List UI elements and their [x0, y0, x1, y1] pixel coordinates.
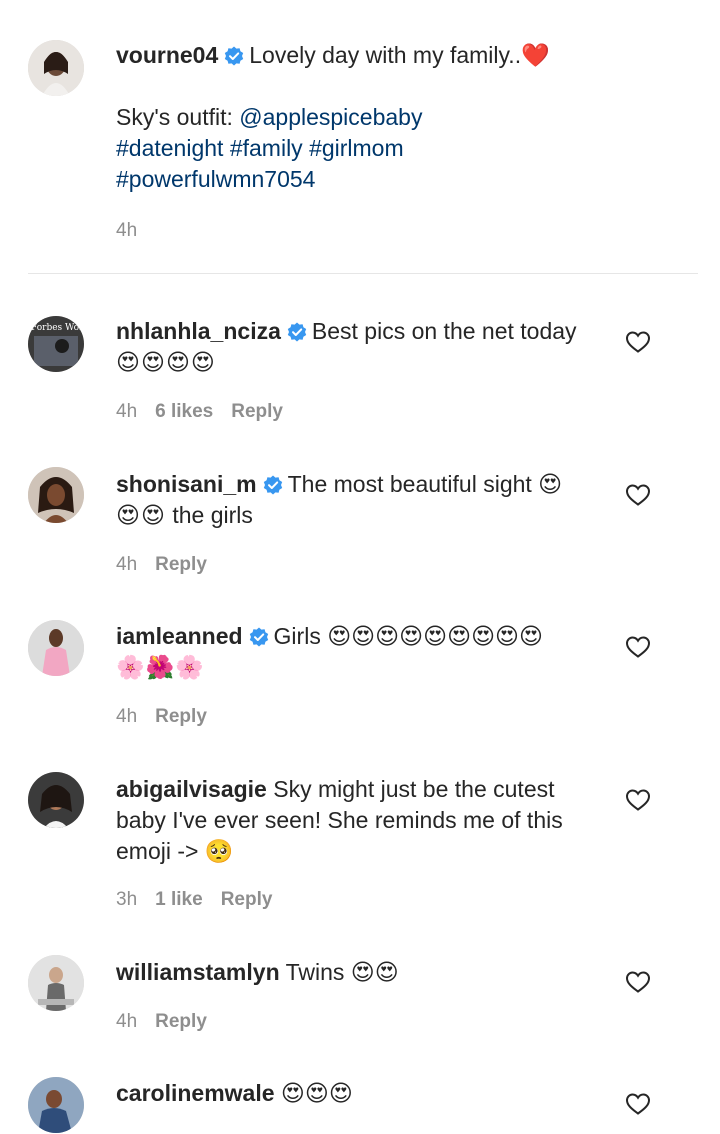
outfit-label: Sky's outfit:	[116, 104, 240, 130]
likes-count[interactable]: 6 likes	[155, 401, 213, 422]
mention-link[interactable]: @applespicebaby	[239, 104, 422, 130]
avatar[interactable]	[28, 467, 84, 523]
hashtag[interactable]: #powerfulwmn7054	[116, 164, 606, 195]
username[interactable]: iamleanned	[116, 623, 243, 649]
reply-button[interactable]: Reply	[231, 401, 283, 422]
avatar-brand-text: Forbes Woman	[31, 323, 84, 333]
timestamp: 4h	[116, 401, 138, 422]
username[interactable]: nhlanhla_nciza	[116, 318, 281, 344]
username[interactable]: shonisani_m	[116, 471, 257, 497]
emoji-line: 😍😍😍😍	[116, 349, 216, 375]
verified-badge-icon	[287, 322, 307, 342]
reply-button[interactable]: Reply	[221, 889, 273, 910]
timestamp: 4h	[116, 1011, 138, 1032]
emoji-line: 🌸🌺🌸	[116, 654, 205, 680]
verified-badge-icon	[249, 627, 269, 647]
username[interactable]: vourne04	[116, 42, 218, 68]
timestamp: 3h	[116, 889, 138, 910]
reply-button[interactable]: Reply	[155, 1011, 207, 1032]
likes-count[interactable]: 1 like	[155, 889, 203, 910]
heart-outline-icon[interactable]	[625, 483, 651, 507]
avatar[interactable]	[28, 1077, 84, 1133]
avatar[interactable]	[28, 955, 84, 1011]
caption-text: Lovely day with my family..	[249, 42, 522, 68]
comment-text-continued: the girls	[165, 502, 253, 528]
heart-outline-icon[interactable]	[625, 788, 651, 812]
username[interactable]: carolinemwale	[116, 1080, 275, 1106]
heart-outline-icon[interactable]	[625, 330, 651, 354]
heart-outline-icon[interactable]	[625, 635, 651, 659]
username[interactable]: williamstamlyn	[116, 959, 280, 985]
comment-text: Twins 😍😍	[285, 959, 399, 985]
verified-badge-icon	[263, 475, 283, 495]
comment-text: Best pics on the net today	[311, 318, 577, 344]
verified-badge-icon	[224, 46, 244, 66]
comment-text: The most beautiful sight 😍	[287, 471, 563, 497]
comment-text: Girls 😍😍😍😍😍😍😍😍😍	[273, 623, 543, 649]
timestamp: 4h	[116, 220, 138, 241]
divider	[28, 273, 698, 274]
emoji-line: 😍😍	[116, 502, 166, 528]
timestamp: 4h	[116, 706, 138, 727]
hashtags[interactable]: #datenight #family #girlmom	[116, 133, 606, 164]
reply-button[interactable]: Reply	[155, 554, 207, 575]
avatar[interactable]	[28, 620, 84, 676]
avatar[interactable]	[28, 40, 84, 96]
comment-text: 😍😍😍	[280, 1080, 353, 1106]
username[interactable]: abigailvisagie	[116, 776, 267, 802]
avatar[interactable]	[28, 772, 84, 828]
heart-outline-icon[interactable]	[625, 1092, 651, 1116]
avatar[interactable]: Forbes Woman	[28, 316, 84, 372]
reply-button[interactable]: Reply	[155, 706, 207, 727]
heart-emoji: ❤️	[521, 42, 550, 68]
timestamp: 4h	[116, 554, 138, 575]
heart-outline-icon[interactable]	[625, 970, 651, 994]
